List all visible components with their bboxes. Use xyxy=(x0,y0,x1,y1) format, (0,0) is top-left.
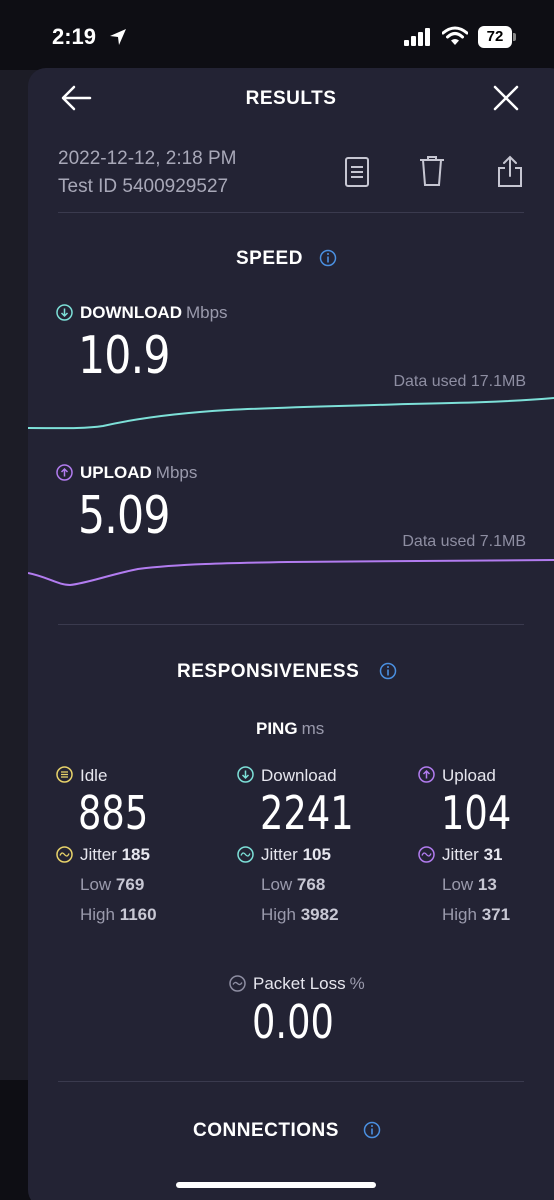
share-icon[interactable] xyxy=(496,154,524,188)
download-jitter: Jitter 105 xyxy=(261,845,331,864)
status-bar: 2:19 72 xyxy=(0,0,554,70)
upload-arrow-icon xyxy=(56,464,73,481)
document-icon[interactable] xyxy=(344,156,370,188)
ping-upload-value: 104 xyxy=(441,786,512,840)
info-icon[interactable] xyxy=(319,249,337,267)
download-arrow-icon xyxy=(56,304,73,321)
info-icon[interactable] xyxy=(379,662,397,680)
info-icon[interactable] xyxy=(363,1121,381,1139)
ping-download-value: 2241 xyxy=(260,786,354,840)
download-high: High 3982 xyxy=(261,905,339,924)
battery-level: 72 xyxy=(478,26,512,48)
responsiveness-section-title: RESPONSIVENESS xyxy=(177,661,360,682)
results-sheet: RESULTS 2022-12-12, 2:18 PM Test ID 5400… xyxy=(28,68,554,1200)
signal-icon xyxy=(404,28,430,46)
battery-indicator: 72 xyxy=(478,26,516,48)
connections-section-title: CONNECTIONS xyxy=(193,1120,339,1141)
download-speed-graph xyxy=(28,397,554,430)
status-time: 2:19 xyxy=(52,24,97,49)
speed-section-title: SPEED xyxy=(236,248,303,269)
idle-jitter: Jitter 185 xyxy=(80,845,150,864)
page-title: RESULTS xyxy=(245,88,337,109)
jitter-icon xyxy=(56,846,73,863)
packet-loss-icon xyxy=(229,975,246,992)
upload-value: 5.09 xyxy=(78,486,170,546)
download-arrow-icon xyxy=(237,766,254,783)
download-data-used: Data used 17.1MB xyxy=(393,373,526,390)
ping-upload-label: Upload xyxy=(442,766,496,785)
upload-jitter: Jitter 31 xyxy=(442,845,503,864)
jitter-icon xyxy=(418,846,435,863)
upload-speed-graph xyxy=(28,559,554,587)
download-low: Low 768 xyxy=(261,875,326,894)
packet-loss-label: Packet Loss% xyxy=(253,974,365,993)
ping-idle-label: Idle xyxy=(80,766,108,785)
idle-low: Low 769 xyxy=(80,875,145,894)
ping-label: PING ms xyxy=(256,719,325,738)
idle-icon xyxy=(56,766,73,783)
download-value: 10.9 xyxy=(78,326,170,386)
close-icon[interactable] xyxy=(492,84,520,112)
upload-low: Low 13 xyxy=(442,875,497,894)
trash-icon[interactable] xyxy=(418,154,446,188)
idle-high: High 1160 xyxy=(80,905,157,924)
packet-loss-value: 0.00 xyxy=(252,995,334,1049)
home-indicator[interactable] xyxy=(176,1182,376,1188)
jitter-icon xyxy=(237,846,254,863)
ping-download-label: Download xyxy=(261,766,337,785)
wifi-icon xyxy=(442,26,468,45)
ping-idle-value: 885 xyxy=(78,786,149,840)
download-label: DOWNLOAD Mbps xyxy=(80,303,228,322)
upload-arrow-icon xyxy=(418,766,435,783)
upload-label: UPLOAD Mbps xyxy=(80,463,198,482)
test-date: 2022-12-12, 2:18 PM xyxy=(58,148,237,169)
location-arrow-icon xyxy=(110,29,126,45)
upload-data-used: Data used 7.1MB xyxy=(402,533,526,550)
test-id: Test ID 5400929527 xyxy=(58,176,229,197)
upload-high: High 371 xyxy=(442,905,511,924)
